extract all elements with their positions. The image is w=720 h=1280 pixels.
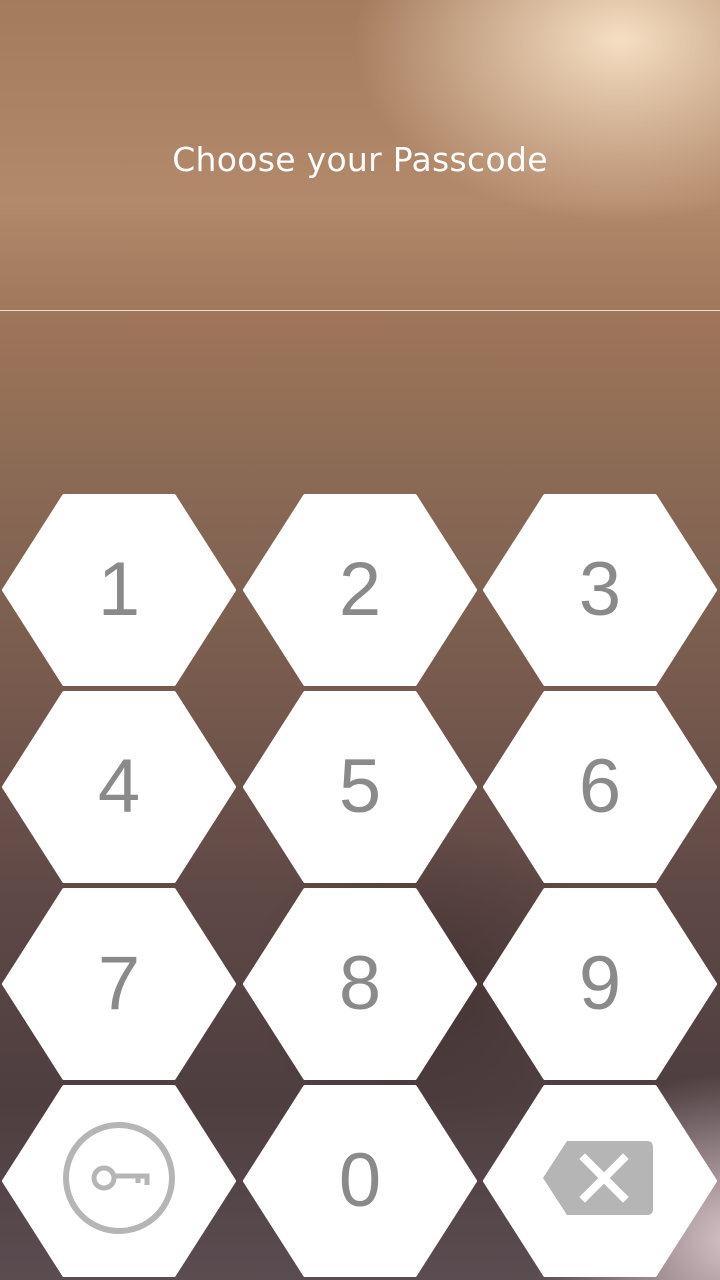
key-8-label: 8 (338, 941, 382, 1026)
key-icon (63, 1122, 175, 1234)
key-1[interactable]: 1 (2, 494, 236, 686)
key-3[interactable]: 3 (483, 494, 717, 686)
passcode-screen: Choose your Passcode 1 2 3 4 5 6 7 8 9 0 (0, 0, 720, 1280)
key-6[interactable]: 6 (483, 691, 717, 883)
key-8[interactable]: 8 (243, 888, 477, 1080)
key-0[interactable]: 0 (243, 1085, 477, 1277)
key-1-label: 1 (97, 547, 141, 632)
key-4-label: 4 (97, 744, 141, 829)
backspace-icon (543, 1141, 653, 1215)
key-2-label: 2 (338, 547, 382, 632)
key-4[interactable]: 4 (2, 691, 236, 883)
key-0-label: 0 (338, 1138, 382, 1223)
key-7[interactable]: 7 (2, 888, 236, 1080)
key-5[interactable]: 5 (243, 691, 477, 883)
key-2[interactable]: 2 (243, 494, 477, 686)
keypad: 1 2 3 4 5 6 7 8 9 0 (0, 0, 720, 1280)
key-6-label: 6 (578, 744, 622, 829)
key-9[interactable]: 9 (483, 888, 717, 1080)
key-3-label: 3 (578, 547, 622, 632)
key-9-label: 9 (578, 941, 622, 1026)
key-button[interactable] (2, 1085, 236, 1277)
backspace-button[interactable] (483, 1085, 717, 1277)
key-7-label: 7 (97, 941, 141, 1026)
key-5-label: 5 (338, 744, 382, 829)
